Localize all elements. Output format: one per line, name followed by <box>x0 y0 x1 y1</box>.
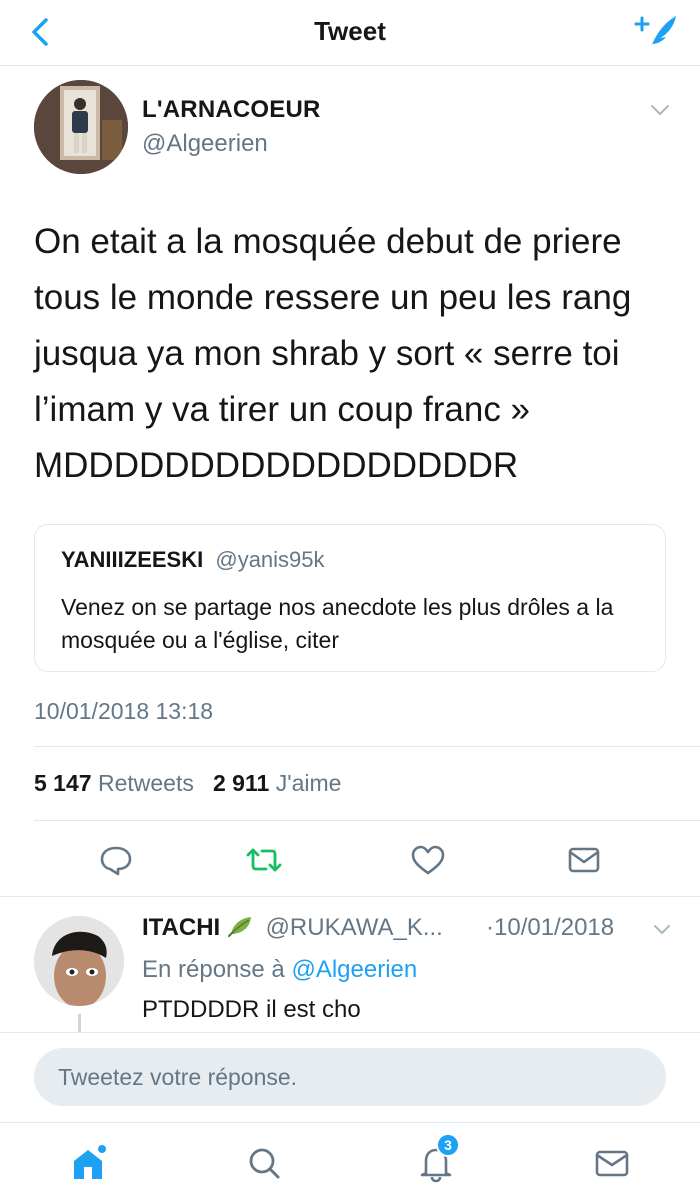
thread-line <box>78 1014 81 1032</box>
like-icon <box>411 845 445 875</box>
divider <box>34 746 700 747</box>
retweet-icon <box>246 848 282 872</box>
tab-search[interactable] <box>240 1139 288 1187</box>
tweet-text-line: jusqua ya mon shrab y sort « serre toi <box>34 334 620 373</box>
reply-author-handle[interactable]: @RUKAWA_K... <box>266 914 443 941</box>
reply-author-name[interactable]: ITACHI <box>142 914 220 941</box>
retweet-button[interactable] <box>242 838 286 882</box>
likes-label: J'aime <box>275 770 342 796</box>
direct-message-icon <box>568 847 600 873</box>
reply-composer[interactable] <box>34 1048 666 1106</box>
tweet-text: On etait a la mosquée debut de priere to… <box>34 214 674 494</box>
tab-home[interactable] <box>66 1139 114 1187</box>
page-title: Tweet <box>314 16 386 46</box>
chevron-down-icon <box>651 105 669 115</box>
reply-input[interactable] <box>34 1048 666 1106</box>
reply-options-button[interactable] <box>652 922 672 938</box>
in-reply-prefix: En réponse à <box>142 956 285 983</box>
search-icon <box>249 1148 280 1179</box>
reply-author-photo <box>34 916 124 1006</box>
author-name[interactable]: L'ARNACOEUR <box>142 96 321 124</box>
reply-icon <box>100 846 132 876</box>
chevron-down-icon <box>654 925 670 934</box>
compose-tweet-button[interactable] <box>632 10 680 54</box>
quoted-author-handle: @yanis95k <box>215 547 325 572</box>
author-photo <box>34 80 128 174</box>
bottom-tab-bar: 3 <box>0 1122 700 1200</box>
tweet-text-line: l’imam y va tirer un coup franc » <box>34 390 531 429</box>
like-button[interactable] <box>406 838 450 882</box>
leaf-emoji-icon <box>227 917 251 937</box>
messages-icon <box>595 1150 629 1177</box>
likes-count: 2 911 <box>213 770 270 796</box>
tweet-text-line: MDDDDDDDDDDDDDDDDDR <box>34 446 519 485</box>
in-reply-mention-link[interactable]: @Algeerien <box>291 956 417 983</box>
quoted-tweet-card[interactable]: YANIIIZEESKI @yanis95k Venez on se parta… <box>34 524 666 672</box>
tweet-options-button[interactable] <box>648 100 672 120</box>
divider <box>34 820 700 821</box>
tab-notifications[interactable]: 3 <box>412 1133 460 1187</box>
tweet-timestamp: 10/01/2018 13:18 <box>34 698 214 724</box>
reply-date: ·10/01/2018 <box>486 914 615 941</box>
likes-stat[interactable]: 2 911 J'aime <box>213 770 341 796</box>
reply-text: PTDDDDR il est cho <box>142 996 361 1023</box>
home-icon <box>74 1145 106 1179</box>
reply-header: ITACHI @RUKAWA_K... ·10/01/2018 <box>142 914 614 942</box>
retweets-stat[interactable]: 5 147 Retweets <box>34 770 194 796</box>
author-handle[interactable]: @Algeerien <box>142 130 268 158</box>
quoted-author-name: YANIIIZEESKI <box>61 547 204 572</box>
retweets-label: Retweets <box>97 770 194 796</box>
retweets-count: 5 147 <box>34 770 92 796</box>
quoted-tweet-text: Venez on se partage nos anecdote les plu… <box>61 594 614 653</box>
compose-tweet-icon <box>634 16 676 50</box>
author-avatar[interactable] <box>34 80 128 174</box>
direct-message-button[interactable] <box>562 838 606 882</box>
in-reply-to: En réponse à @Algeerien <box>142 956 417 984</box>
tab-messages[interactable] <box>588 1139 636 1187</box>
reply-author-avatar[interactable] <box>34 916 124 1006</box>
reply-button[interactable] <box>94 838 138 882</box>
divider <box>0 896 700 897</box>
tweet-stats: 5 147 Retweets 2 911 J'aime <box>34 770 341 797</box>
tweet-text-line: tous le monde ressere un peu les rang <box>34 278 632 317</box>
tweet-text-line: On etait a la mosquée debut de priere <box>34 222 622 261</box>
top-nav-bar: Tweet <box>0 0 700 66</box>
notification-badge: 3 <box>436 1133 460 1157</box>
quoted-tweet-header: YANIIIZEESKI @yanis95k <box>61 547 325 573</box>
